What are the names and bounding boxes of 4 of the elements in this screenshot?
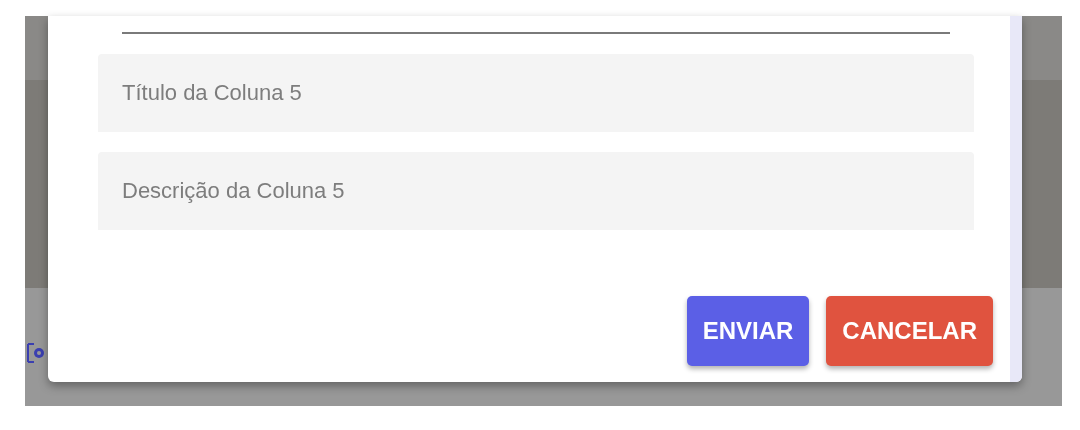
cancel-button[interactable]: CANCELAR	[826, 296, 993, 366]
submit-button[interactable]: ENVIAR	[686, 296, 810, 366]
text-field[interactable]: Título da Coluna 5	[98, 54, 974, 132]
text-field[interactable]: Descrição da Coluna 5	[98, 152, 974, 230]
